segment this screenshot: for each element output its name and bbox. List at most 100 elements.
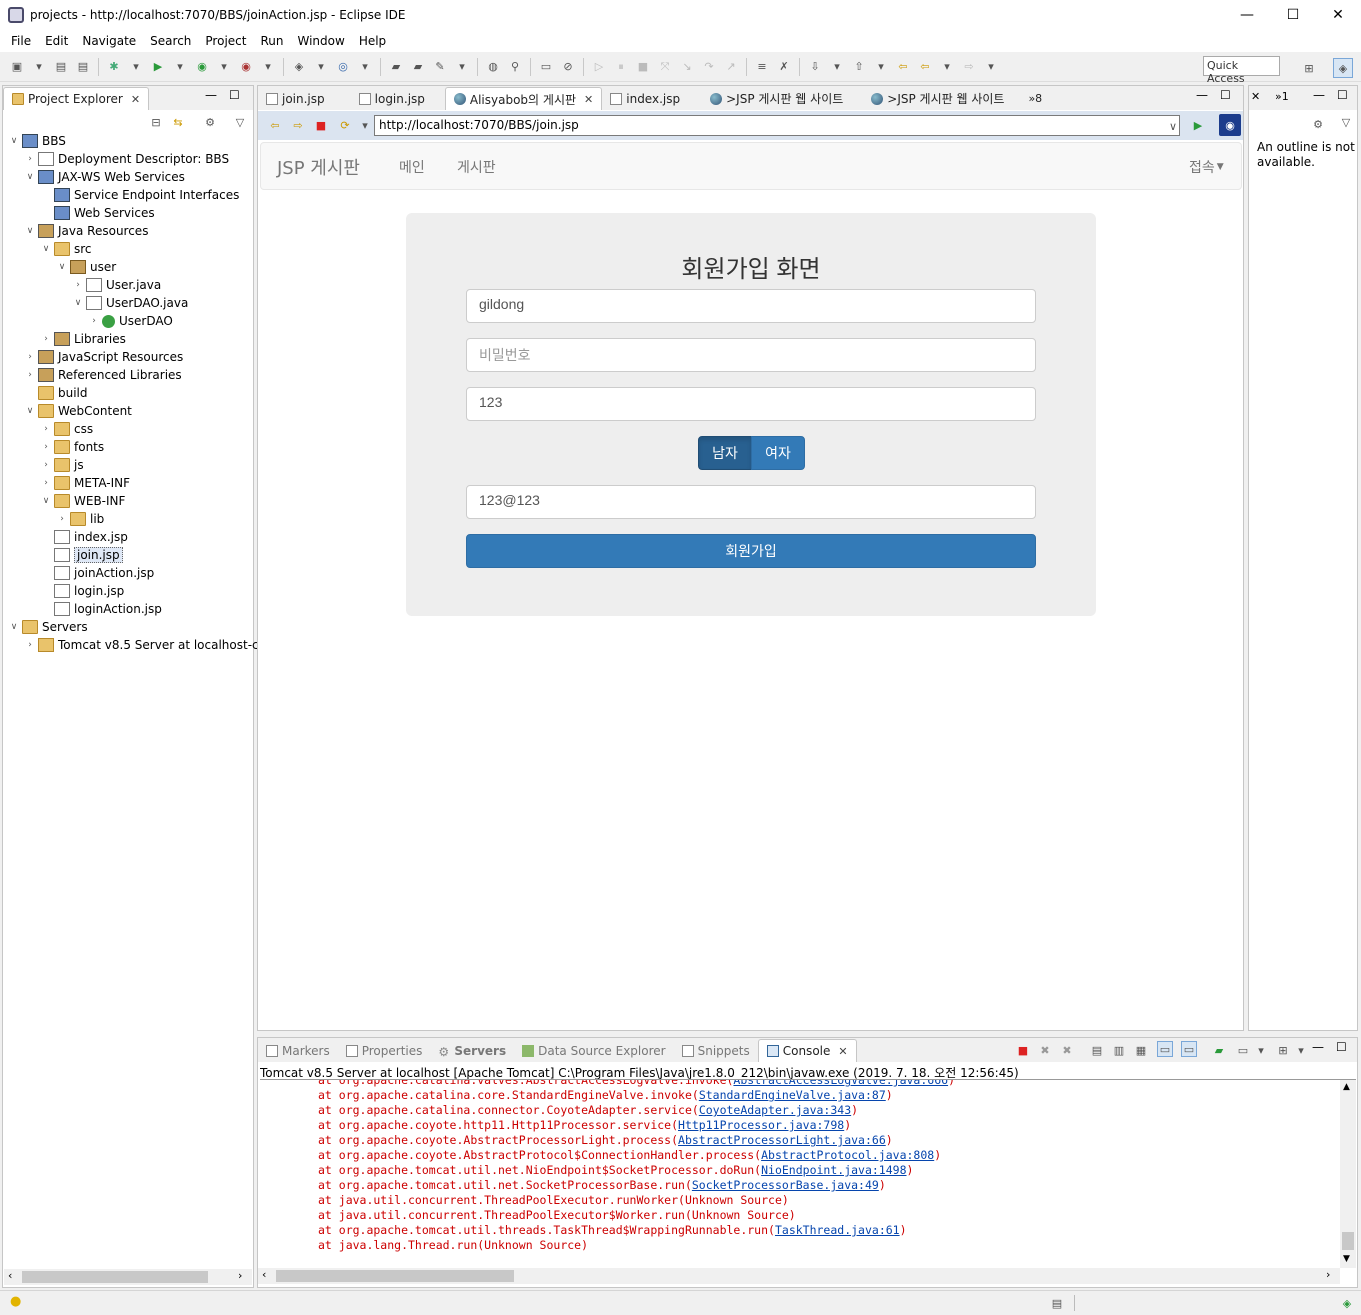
suspend-icon[interactable]: ⏸ bbox=[613, 59, 629, 75]
dropdown-icon[interactable]: ▾ bbox=[172, 59, 188, 75]
dropdown-icon[interactable]: ▾ bbox=[1253, 1042, 1269, 1058]
scroll-up-icon[interactable]: ▲ bbox=[1343, 1082, 1350, 1092]
minimize-icon[interactable]: — bbox=[1312, 1040, 1324, 1054]
tab-jsp-site-2[interactable]: >JSP 게시판 웹 사이트 bbox=[863, 87, 1012, 110]
resume-icon[interactable]: ▷ bbox=[591, 59, 607, 75]
tree-item-index-jsp[interactable]: index.jsp bbox=[40, 528, 128, 546]
tree-item-userdao-java[interactable]: ∨ UserDAO.java bbox=[72, 294, 188, 312]
tree-item-deployment-descriptor[interactable]: › Deployment Descriptor: BBS bbox=[24, 150, 229, 168]
dropdown-icon[interactable]: ▾ bbox=[216, 59, 232, 75]
dropdown-icon[interactable]: ▾ bbox=[454, 59, 470, 75]
dropdown-icon[interactable]: ▾ bbox=[357, 117, 373, 133]
scroll-thumb[interactable] bbox=[22, 1271, 208, 1283]
tree-item-servers[interactable]: ∨ Servers bbox=[8, 618, 88, 636]
chevron-down-icon[interactable]: ∨ bbox=[8, 136, 20, 146]
new-icon[interactable]: ▣ bbox=[9, 59, 25, 75]
dropdown-icon[interactable]: ▾ bbox=[31, 59, 47, 75]
tree-item-tomcat-server[interactable]: › Tomcat v8.5 Server at localhost-co bbox=[24, 636, 266, 654]
lightbulb-icon[interactable]: ● bbox=[10, 1294, 21, 1309]
tab-join-jsp[interactable]: join.jsp bbox=[258, 87, 333, 110]
tab-console[interactable]: Console ✕ bbox=[757, 1039, 857, 1062]
dropdown-icon[interactable]: ▾ bbox=[983, 59, 999, 75]
gender-female-toggle[interactable]: 여자 bbox=[751, 436, 805, 470]
java-ee-perspective-icon[interactable]: ◈ bbox=[1333, 58, 1353, 78]
tree-item-bbs[interactable]: ∨ BBS bbox=[8, 132, 66, 150]
chevron-right-icon[interactable]: › bbox=[72, 280, 84, 290]
stack-trace-link[interactable]: CoyoteAdapter.java:343 bbox=[699, 1103, 851, 1117]
back-icon[interactable]: ⇦ bbox=[267, 117, 283, 133]
back-icon[interactable]: ⇦ bbox=[917, 59, 933, 75]
console-output[interactable]: at org.apache.catalina.valves.AbstractAc… bbox=[258, 1080, 1340, 1268]
chevron-right-icon[interactable]: › bbox=[40, 424, 52, 434]
new-server-icon[interactable]: ◈ bbox=[291, 59, 307, 75]
stack-trace-link[interactable]: AbstractAccessLogValve.java:666 bbox=[733, 1080, 948, 1087]
clear-console-icon[interactable]: ▤ bbox=[1089, 1042, 1105, 1058]
save-all-icon[interactable]: ▤ bbox=[75, 59, 91, 75]
console-horizontal-scrollbar[interactable]: ‹ › bbox=[258, 1268, 1340, 1284]
filter-icon[interactable]: ⚙ bbox=[1310, 116, 1326, 132]
minimize-button[interactable]: — bbox=[1224, 0, 1270, 30]
tree-item-webcontent[interactable]: ∨ WebContent bbox=[24, 402, 132, 420]
filter-icon[interactable]: ⚙ bbox=[202, 114, 218, 130]
coverage-icon[interactable]: ◉ bbox=[194, 59, 210, 75]
chevron-right-icon[interactable]: › bbox=[40, 334, 52, 344]
word-wrap-icon[interactable]: ▦ bbox=[1133, 1042, 1149, 1058]
next-annotation-icon[interactable]: ⇩ bbox=[807, 59, 823, 75]
menu-run[interactable]: Run bbox=[253, 34, 290, 48]
tab-properties[interactable]: Properties bbox=[338, 1039, 431, 1062]
skip-breakpoints-icon[interactable]: ⊘ bbox=[560, 59, 576, 75]
menu-search[interactable]: Search bbox=[143, 34, 198, 48]
scroll-right-icon[interactable]: › bbox=[1326, 1268, 1330, 1281]
maximize-icon[interactable]: ☐ bbox=[1220, 88, 1231, 102]
last-edit-icon[interactable]: ⇦ bbox=[895, 59, 911, 75]
dropdown-icon[interactable]: ▾ bbox=[357, 59, 373, 75]
tree-item-web-services[interactable]: Web Services bbox=[40, 204, 155, 222]
chevron-right-icon[interactable]: › bbox=[24, 370, 36, 380]
disconnect-icon[interactable]: ⤧ bbox=[657, 59, 673, 75]
chevron-right-icon[interactable]: › bbox=[56, 514, 68, 524]
stack-trace-link[interactable]: SocketProcessorBase.java:49 bbox=[692, 1178, 879, 1192]
view-menu-icon[interactable]: ▽ bbox=[1338, 114, 1354, 130]
tree-item-lib[interactable]: › lib bbox=[56, 510, 104, 528]
save-icon[interactable]: ▤ bbox=[53, 59, 69, 75]
scroll-thumb[interactable] bbox=[1342, 1232, 1354, 1250]
menu-project[interactable]: Project bbox=[198, 34, 253, 48]
pencil-icon[interactable]: ✎ bbox=[432, 59, 448, 75]
chevron-down-icon[interactable]: ∨ bbox=[40, 244, 52, 254]
tab-project-explorer[interactable]: Project Explorer ✕ bbox=[3, 87, 150, 110]
scroll-right-icon[interactable]: › bbox=[238, 1269, 242, 1282]
open-type-icon[interactable]: ▰ bbox=[388, 59, 404, 75]
tree-item-meta-inf[interactable]: › META-INF bbox=[40, 474, 130, 492]
scroll-left-icon[interactable]: ‹ bbox=[262, 1268, 266, 1281]
maximize-icon[interactable]: ☐ bbox=[1336, 1040, 1347, 1054]
chevron-down-icon[interactable]: ∨ bbox=[24, 226, 36, 236]
gender-male-toggle[interactable]: 남자 bbox=[698, 436, 752, 470]
email-input[interactable]: 123@123 bbox=[466, 485, 1036, 519]
dropdown-icon[interactable]: ▾ bbox=[260, 59, 276, 75]
tree-item-userdao-class[interactable]: › UserDAO bbox=[88, 312, 173, 330]
tree-item-web-inf[interactable]: ∨ WEB-INF bbox=[40, 492, 125, 510]
remove-launch-icon[interactable]: ✖ bbox=[1037, 1042, 1053, 1058]
tree-item-src[interactable]: ∨ src bbox=[40, 240, 92, 258]
chevron-down-icon[interactable]: ∨ bbox=[24, 406, 36, 416]
display-console-icon[interactable]: ▭ bbox=[1235, 1042, 1251, 1058]
tree-item-user-java[interactable]: › User.java bbox=[72, 276, 161, 294]
open-console-icon[interactable]: ⊞ bbox=[1275, 1042, 1291, 1058]
tree-item-joinaction-jsp[interactable]: joinAction.jsp bbox=[40, 564, 154, 582]
view-menu-icon[interactable]: ▽ bbox=[232, 114, 248, 130]
search-icon[interactable]: ⚲ bbox=[507, 59, 523, 75]
quick-access-input[interactable]: Quick Access bbox=[1203, 56, 1280, 85]
chevron-down-icon[interactable]: ∨ bbox=[24, 172, 36, 182]
step-into-icon[interactable]: ↘ bbox=[679, 59, 695, 75]
stack-trace-link[interactable]: TaskThread.java:61 bbox=[775, 1223, 900, 1237]
open-perspective-icon[interactable]: ⊞ bbox=[1301, 60, 1317, 76]
prev-annotation-icon[interactable]: ⇧ bbox=[851, 59, 867, 75]
tree-item-service-endpoint-interfaces[interactable]: Service Endpoint Interfaces bbox=[40, 186, 239, 204]
tree-item-join-jsp[interactable]: join.jsp bbox=[40, 546, 123, 564]
console-vertical-scrollbar[interactable]: ▲ ▼ bbox=[1340, 1080, 1356, 1268]
menu-help[interactable]: Help bbox=[352, 34, 393, 48]
dropdown-icon[interactable]: ▾ bbox=[128, 59, 144, 75]
stack-trace-link[interactable]: AbstractProtocol.java:808 bbox=[761, 1148, 934, 1162]
stop-icon[interactable]: ■ bbox=[313, 117, 329, 133]
run-icon[interactable]: ▶ bbox=[150, 59, 166, 75]
